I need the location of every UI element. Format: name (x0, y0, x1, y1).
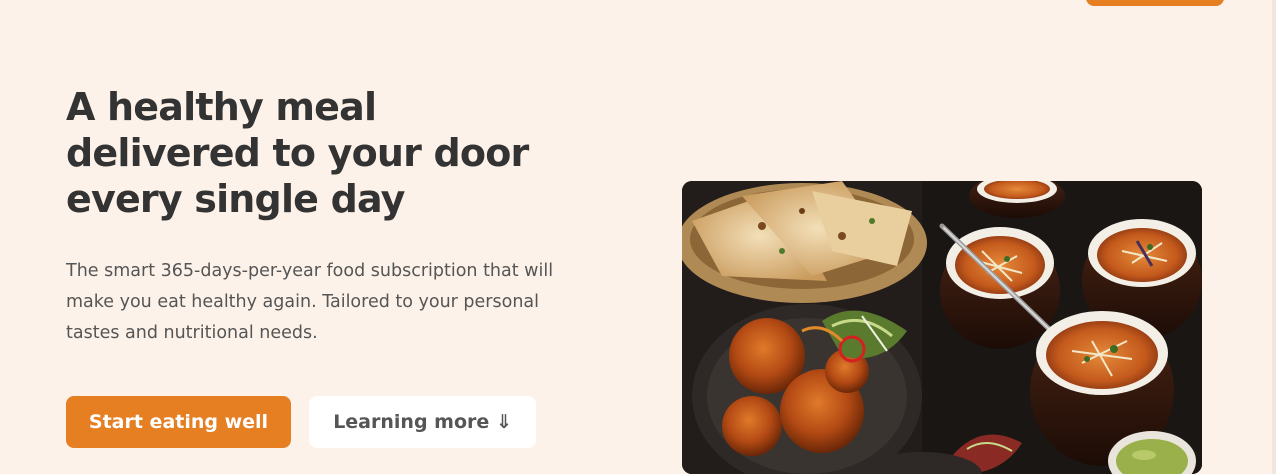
hero-description: The smart 365-days-per-year food subscri… (66, 261, 554, 343)
start-eating-button[interactable]: Start eating well (66, 396, 291, 448)
learn-more-button[interactable]: Learning more ⇓ (309, 396, 536, 448)
food-illustration (682, 181, 1202, 474)
hero-food-image (682, 181, 1202, 474)
nav-cta-button[interactable] (1086, 0, 1224, 6)
hero-title: A healthy meal delivered to your door ev… (66, 85, 529, 221)
scrollbar[interactable] (1272, 0, 1276, 474)
hero-text: A healthy meal delivered to your door ev… (66, 84, 586, 349)
